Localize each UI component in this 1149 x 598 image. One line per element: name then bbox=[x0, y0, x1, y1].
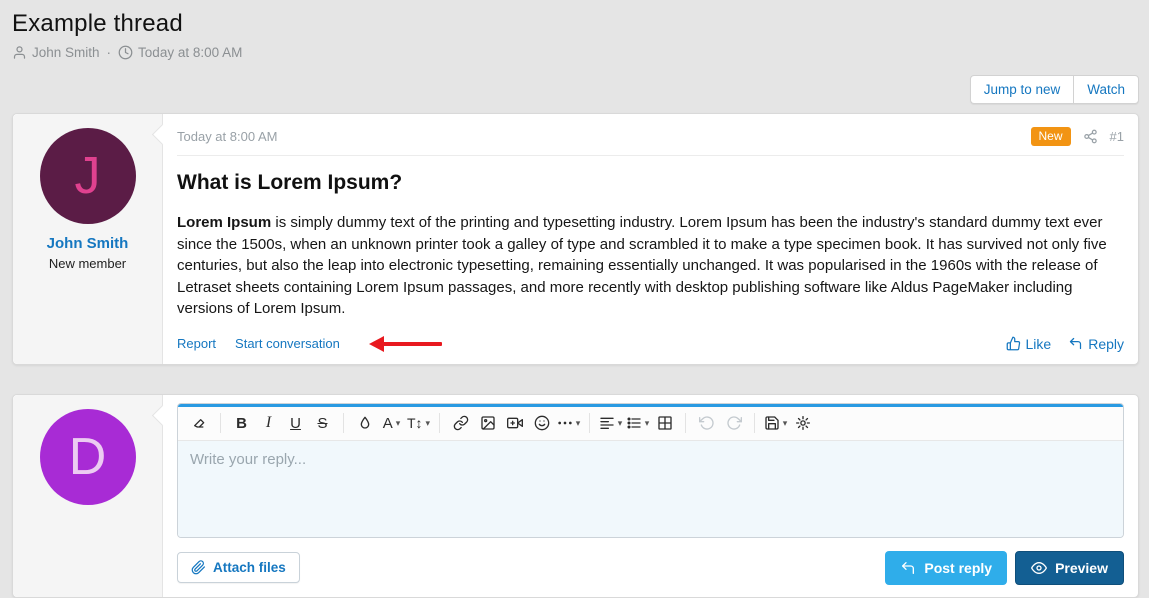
chevron-down-icon: ▾ bbox=[426, 418, 431, 429]
reply-arrow-icon bbox=[900, 560, 916, 576]
chevron-down-icon: ▾ bbox=[576, 418, 581, 429]
thumbs-up-icon bbox=[1006, 336, 1021, 351]
user-icon bbox=[12, 45, 27, 60]
attach-files-label: Attach files bbox=[213, 560, 286, 575]
preview-button[interactable]: Preview bbox=[1015, 551, 1124, 585]
toolbar-separator bbox=[589, 413, 590, 433]
remove-formatting-icon[interactable] bbox=[186, 411, 213, 436]
post-body-lead: Lorem Ipsum bbox=[177, 214, 271, 231]
post-reply-button[interactable]: Post reply bbox=[885, 551, 1007, 585]
post-content-cell: Today at 8:00 AM New #1 What is Lorem Ip… bbox=[163, 114, 1138, 364]
toolbar-separator bbox=[754, 413, 755, 433]
chevron-down-icon: ▾ bbox=[396, 418, 401, 429]
chevron-down-icon: ▾ bbox=[645, 418, 650, 429]
share-icon[interactable] bbox=[1083, 129, 1098, 144]
post-body: Lorem Ipsum is simply dummy text of the … bbox=[177, 212, 1124, 320]
clock-icon bbox=[118, 45, 133, 60]
reply-button[interactable]: Reply bbox=[1068, 336, 1124, 352]
preview-label: Preview bbox=[1055, 560, 1108, 576]
toolbar-separator bbox=[439, 413, 440, 433]
toolbar-separator bbox=[343, 413, 344, 433]
attach-files-button[interactable]: Attach files bbox=[177, 552, 300, 583]
post-reply-label: Post reply bbox=[924, 560, 992, 576]
thread-page: Example thread John Smith · Today at 8:0… bbox=[0, 0, 1149, 598]
current-user-avatar[interactable]: D bbox=[40, 409, 136, 505]
more-options-icon[interactable]: ▾ bbox=[555, 411, 582, 436]
italic-icon[interactable]: I bbox=[255, 411, 282, 436]
post-timestamp[interactable]: Today at 8:00 AM bbox=[177, 129, 277, 144]
post-footer: Report Start conversation Like Reply bbox=[177, 336, 1124, 352]
meta-separator: · bbox=[107, 45, 112, 60]
post-body-text: is simply dummy text of the printing and… bbox=[177, 214, 1107, 317]
start-conversation-link[interactable]: Start conversation bbox=[235, 336, 340, 351]
rich-text-editor: B I U S A▾ T↕▾ bbox=[177, 403, 1124, 538]
post-header-right: New #1 bbox=[1031, 127, 1124, 146]
strikethrough-icon[interactable]: S bbox=[309, 411, 336, 436]
new-badge: New bbox=[1031, 127, 1071, 146]
list-icon[interactable]: ▾ bbox=[624, 411, 651, 436]
editor-toolbar: B I U S A▾ T↕▾ bbox=[178, 407, 1123, 441]
reply-input[interactable]: Write your reply... bbox=[178, 441, 1123, 537]
redo-icon[interactable] bbox=[720, 411, 747, 436]
like-label: Like bbox=[1026, 336, 1052, 352]
watch-button[interactable]: Watch bbox=[1073, 75, 1139, 104]
toolbar-separator bbox=[685, 413, 686, 433]
bold-icon[interactable]: B bbox=[228, 411, 255, 436]
paperclip-icon bbox=[191, 560, 206, 575]
font-family-icon[interactable]: A▾ bbox=[378, 411, 405, 436]
insert-image-icon[interactable] bbox=[474, 411, 501, 436]
editor-user-cell: D bbox=[13, 395, 163, 597]
underline-icon[interactable]: U bbox=[282, 411, 309, 436]
insert-link-icon[interactable] bbox=[447, 411, 474, 436]
thread-actions-group: Jump to new Watch bbox=[970, 75, 1139, 104]
annotation-arrow-icon bbox=[369, 336, 443, 352]
report-link[interactable]: Report bbox=[177, 336, 216, 351]
post-number-link[interactable]: #1 bbox=[1110, 129, 1124, 144]
editor-content-cell: B I U S A▾ T↕▾ bbox=[163, 395, 1138, 597]
editor-submit-buttons: Post reply Preview bbox=[885, 551, 1124, 585]
page-title: Example thread bbox=[12, 10, 1139, 38]
eye-icon bbox=[1031, 560, 1047, 576]
post-author-title: New member bbox=[19, 256, 156, 271]
thread-author[interactable]: John Smith bbox=[32, 45, 100, 60]
post-user-cell: J John Smith New member bbox=[13, 114, 163, 364]
chevron-down-icon: ▾ bbox=[783, 418, 788, 429]
insert-table-icon[interactable] bbox=[651, 411, 678, 436]
reply-editor-card: D B I U S A▾ bbox=[12, 394, 1139, 598]
reply-label: Reply bbox=[1088, 336, 1124, 352]
thread-timestamp: Today at 8:00 AM bbox=[138, 45, 242, 60]
text-color-icon[interactable] bbox=[351, 411, 378, 436]
thread-actions: Jump to new Watch bbox=[12, 75, 1139, 104]
smilies-icon[interactable] bbox=[528, 411, 555, 436]
font-size-icon[interactable]: T↕▾ bbox=[405, 411, 432, 436]
avatar[interactable]: J bbox=[40, 128, 136, 224]
toolbar-separator bbox=[220, 413, 221, 433]
post-author-link[interactable]: John Smith bbox=[19, 235, 156, 252]
undo-icon[interactable] bbox=[693, 411, 720, 436]
post-title: What is Lorem Ipsum? bbox=[177, 171, 1124, 195]
post-card: J John Smith New member Today at 8:00 AM… bbox=[12, 113, 1139, 365]
editor-footer: Attach files Post reply Preview bbox=[177, 551, 1124, 585]
like-button[interactable]: Like bbox=[1006, 336, 1052, 352]
chevron-down-icon: ▾ bbox=[618, 418, 623, 429]
post-header: Today at 8:00 AM New #1 bbox=[177, 122, 1124, 156]
reply-arrow-icon bbox=[1068, 336, 1083, 351]
jump-to-new-button[interactable]: Jump to new bbox=[970, 75, 1074, 104]
drafts-icon[interactable]: ▾ bbox=[762, 411, 789, 436]
alignment-icon[interactable]: ▾ bbox=[597, 411, 624, 436]
settings-icon[interactable] bbox=[789, 411, 816, 436]
post-footer-right: Like Reply bbox=[1006, 336, 1124, 352]
insert-media-icon[interactable] bbox=[501, 411, 528, 436]
post-footer-left: Report Start conversation bbox=[177, 336, 443, 352]
thread-meta: John Smith · Today at 8:00 AM bbox=[12, 45, 1139, 60]
